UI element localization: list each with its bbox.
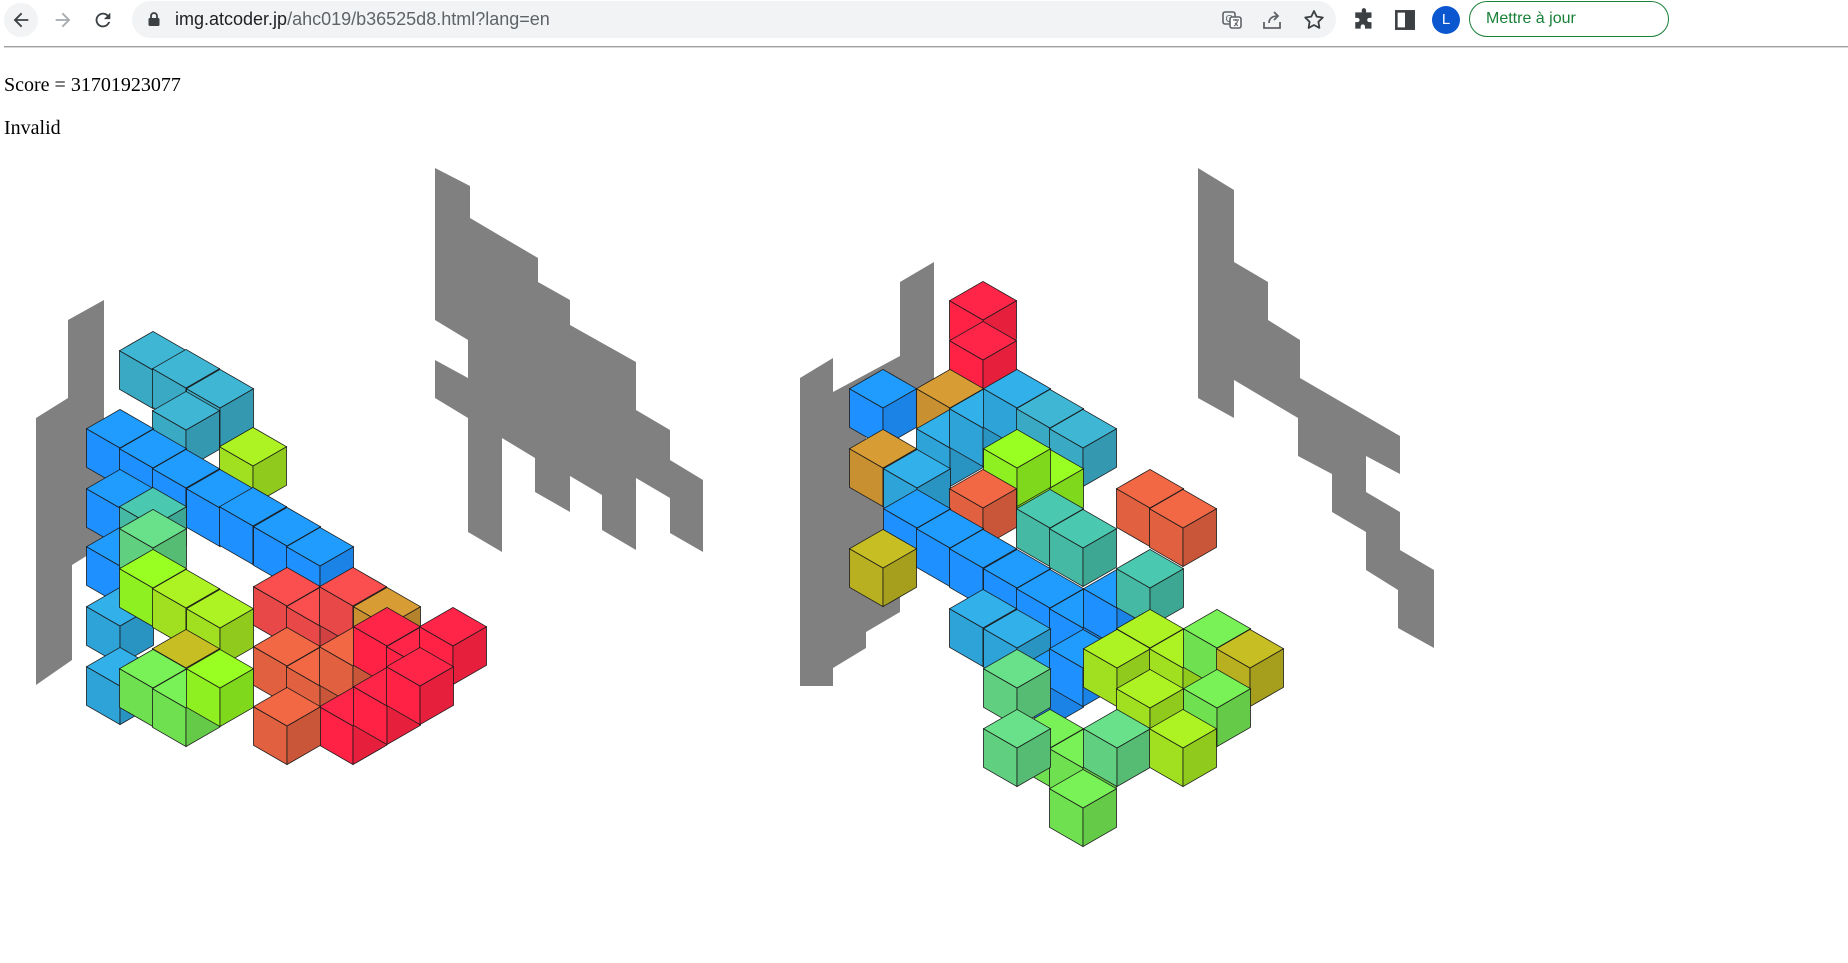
visualization-canvas (36, 168, 1434, 848)
block-structure-1 (85, 330, 488, 766)
silhouette-shape (1198, 168, 1434, 648)
silhouette-shape (435, 168, 703, 552)
